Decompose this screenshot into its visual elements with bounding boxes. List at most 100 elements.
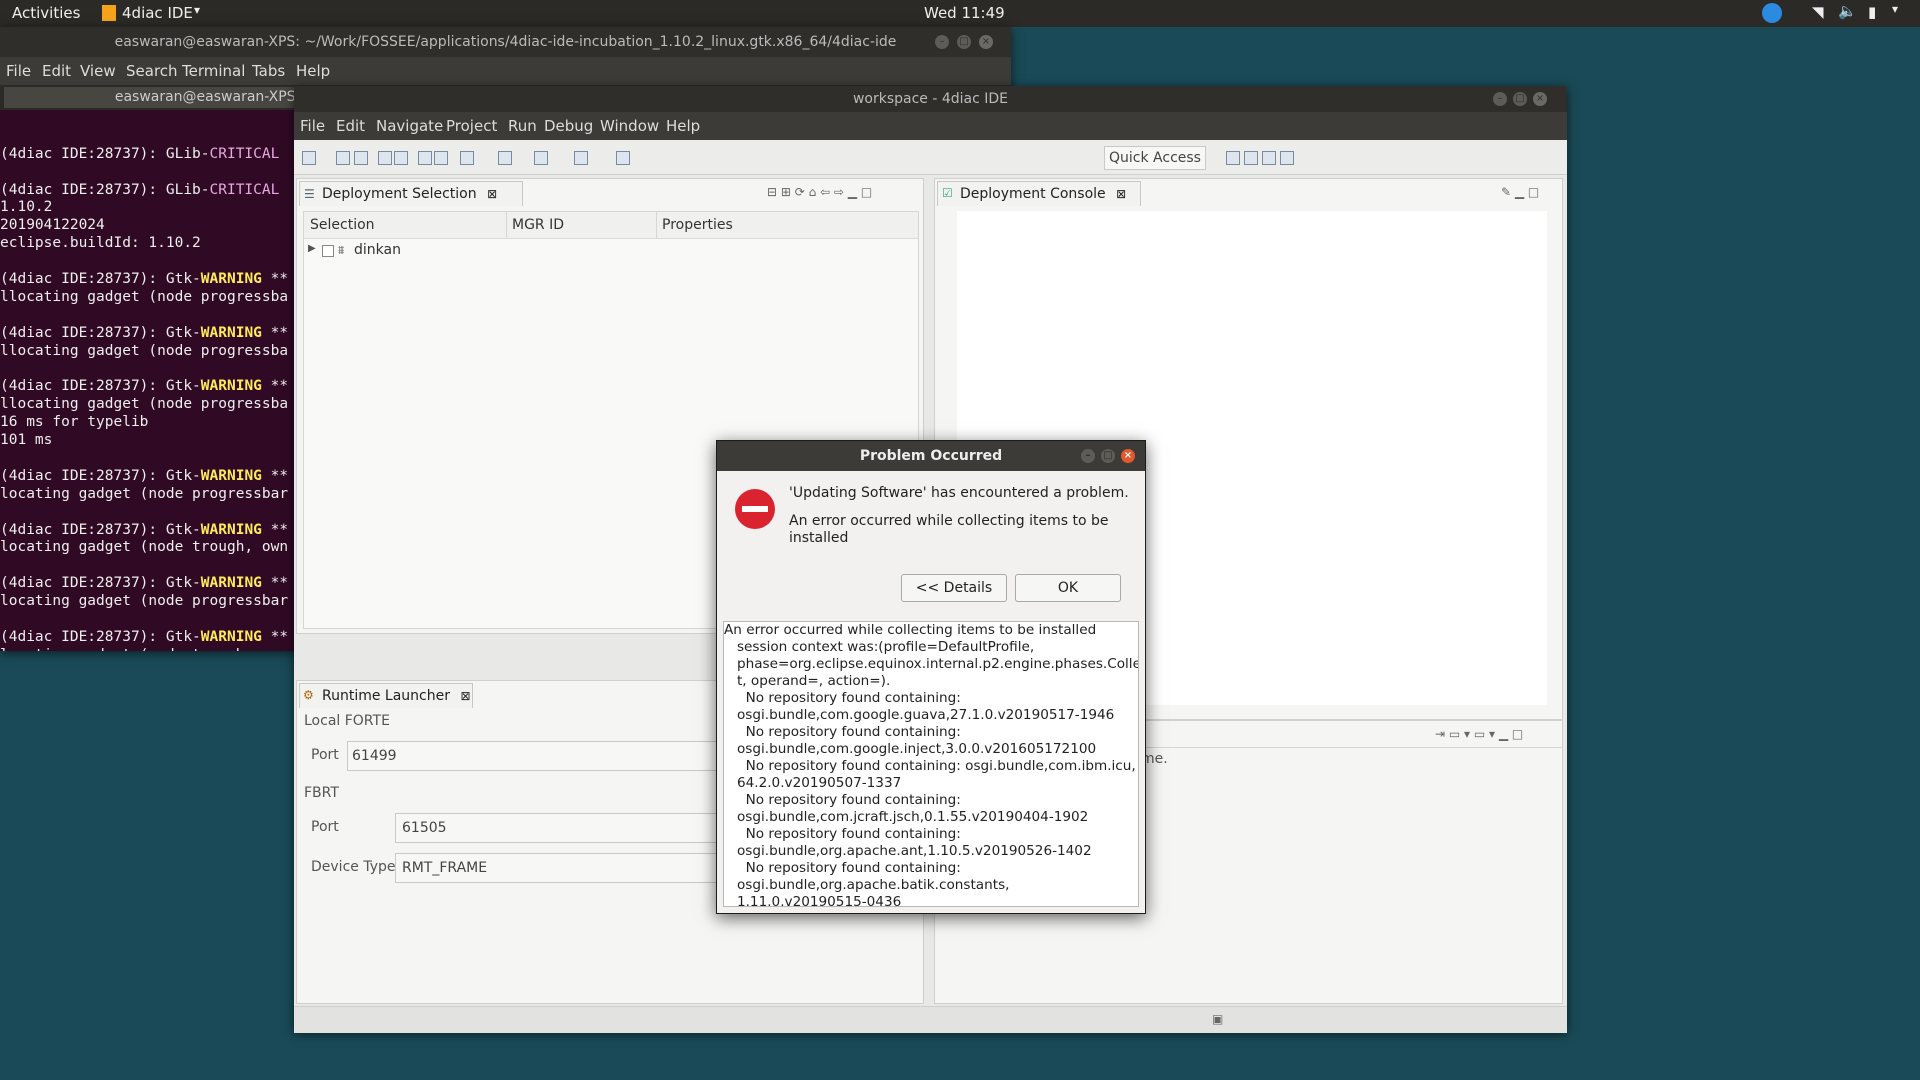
terminal-line-text: 1.10.2	[0, 199, 53, 216]
terminal-line-level: CRITICAL	[209, 181, 280, 198]
back-icon[interactable]	[574, 151, 588, 165]
forward-icon[interactable]	[616, 151, 630, 165]
ide-menu-help[interactable]: Help	[666, 117, 700, 135]
console-toolbar-icons[interactable]: ✎ ▁ □	[1501, 185, 1539, 199]
details-line: osgi.bundle,org.apache.batik.constants,	[724, 877, 1010, 893]
volume-icon[interactable]: 🔈	[1838, 2, 1857, 20]
battery-icon[interactable]: ▮	[1868, 3, 1876, 21]
new-icon[interactable]	[302, 151, 316, 165]
terminal-line-level: WARNING	[200, 521, 262, 538]
deploy-icon[interactable]	[434, 151, 448, 165]
dialog-titlebar: Problem Occurred – □ ×	[717, 441, 1145, 471]
lower-view-toolbar-icons[interactable]: ⇥ ▭ ▾ ▭ ▾ ▁ □	[1435, 727, 1523, 741]
expand-arrow-icon[interactable]: ▶	[308, 243, 316, 254]
details-line: No repository found containing:	[724, 860, 961, 876]
terminal-menubar: File Edit View Search Terminal Tabs Help	[0, 57, 1011, 85]
terminal-line-text: 101 ms	[0, 432, 53, 449]
terminal-menu-edit[interactable]: Edit	[42, 62, 71, 80]
ide-menu-project[interactable]: Project	[446, 117, 497, 135]
ide-minimize-icon[interactable]: –	[1493, 92, 1507, 106]
app-menu-button[interactable]: 4diac IDE	[122, 4, 193, 22]
terminal-line-suffix: **	[261, 324, 289, 341]
perspective-icon-2[interactable]	[1244, 151, 1258, 165]
perspective-icon-3[interactable]	[1262, 151, 1276, 165]
update-notifier-icon[interactable]	[1762, 3, 1782, 23]
next-annotation-icon[interactable]	[498, 151, 512, 165]
tab-close-icon[interactable]: ⊠	[1116, 187, 1126, 201]
save-icon[interactable]	[336, 151, 350, 165]
save-all-icon[interactable]	[354, 151, 368, 165]
column-selection[interactable]: Selection	[310, 217, 375, 233]
terminal-line: llocating gadget (node progressba	[0, 343, 295, 361]
terminal-line-text: (4diac IDE:28737): Gtk-	[0, 628, 201, 645]
terminal-line: (4diac IDE:28737): Gtk-WARNING **	[0, 629, 295, 647]
perspective-icon-4[interactable]	[1280, 151, 1294, 165]
perspective-icon-1[interactable]	[1226, 151, 1240, 165]
terminal-line: locating gadget (node progressbar	[0, 593, 295, 611]
terminal-menu-view[interactable]: View	[80, 62, 116, 80]
maximize-icon[interactable]: □	[957, 35, 971, 49]
terminal-line-suffix: **	[261, 467, 289, 484]
runtime-launcher-tab-label: Runtime Launcher	[322, 688, 450, 704]
ide-menu-debug[interactable]: Debug	[544, 117, 593, 135]
details-text-area[interactable]: An error occurred while collecting items…	[723, 621, 1139, 907]
dialog-close-icon[interactable]: ×	[1121, 449, 1135, 463]
ide-menu-file[interactable]: File	[300, 117, 325, 135]
terminal-line-level: WARNING	[200, 628, 262, 645]
tab-close-icon[interactable]: ⊠	[460, 689, 470, 703]
details-line: osgi.bundle,com.google.guava,27.1.0.v201…	[724, 707, 1115, 723]
column-mgr-id[interactable]: MGR ID	[512, 217, 564, 233]
chevron-down-icon[interactable]: ▾	[194, 3, 200, 17]
search-icon[interactable]	[460, 151, 474, 165]
deployment-console-tab-label: Deployment Console	[960, 186, 1106, 202]
print-icon[interactable]	[378, 151, 392, 165]
system-menu-chevron-icon[interactable]: ▾	[1892, 2, 1898, 16]
dialog-maximize-icon[interactable]: □	[1101, 449, 1115, 463]
tab-close-icon[interactable]: ⊠	[487, 187, 497, 201]
status-bar-icon[interactable]: ▣	[1212, 1012, 1223, 1026]
terminal-line-suffix: **	[261, 575, 289, 592]
activities-button[interactable]: Activities	[12, 4, 80, 22]
dialog-minimize-icon[interactable]: –	[1081, 449, 1095, 463]
local-forte-port-field[interactable]: 61499	[347, 741, 773, 771]
terminal-menu-tabs[interactable]: Tabs	[252, 62, 285, 80]
quick-access-input[interactable]: Quick Access	[1104, 146, 1206, 170]
minimize-icon[interactable]: –	[935, 35, 949, 49]
ide-title: workspace - 4diac IDE	[852, 91, 1009, 107]
view-toolbar-icons[interactable]: ⊟ ⊞ ⟳ ⌂ ⇦ ⇨ ▁ □	[767, 185, 872, 199]
tab-deployment-console[interactable]: Deployment Console ⊠	[937, 181, 1141, 206]
terminal-output[interactable]: (4diac IDE:28737): GLib-CRITICAL (4diac I…	[0, 110, 295, 651]
close-icon[interactable]: ×	[979, 35, 993, 49]
prev-annotation-icon[interactable]	[534, 151, 548, 165]
terminal-line-text: 16 ms for typelib	[0, 414, 149, 431]
terminal-menu-file[interactable]: File	[6, 62, 31, 80]
ide-menu-window[interactable]: Window	[600, 117, 659, 135]
ide-menu-navigate[interactable]: Navigate	[376, 117, 443, 135]
column-properties[interactable]: Properties	[662, 217, 733, 233]
terminal-menu-search[interactable]: Search	[126, 62, 178, 80]
ok-button[interactable]: OK	[1015, 574, 1121, 602]
terminal-line: 1.10.2	[0, 199, 295, 217]
ide-close-icon[interactable]: ×	[1533, 92, 1547, 106]
layout-icon[interactable]	[394, 151, 408, 165]
terminal-line-text: 201904122024	[0, 217, 105, 234]
terminal-menu-help[interactable]: Help	[296, 62, 330, 80]
terminal-menu-terminal[interactable]: Terminal	[182, 62, 245, 80]
terminal-line: (4diac IDE:28737): GLib-CRITICAL	[0, 146, 295, 164]
details-button[interactable]: << Details	[901, 574, 1007, 602]
checkbox[interactable]	[322, 245, 334, 257]
ide-menu-run[interactable]: Run	[508, 117, 537, 135]
ide-menu-edit[interactable]: Edit	[336, 117, 365, 135]
terminal-line-level: CRITICAL	[209, 145, 280, 162]
clock[interactable]: Wed 11:49	[924, 4, 1005, 22]
terminal-line: llocating gadget (node progressba	[0, 396, 295, 414]
tab-deployment-selection[interactable]: Deployment Selection ⊠	[299, 181, 523, 206]
download-icon[interactable]	[418, 151, 432, 165]
ide-maximize-icon[interactable]: □	[1513, 92, 1527, 106]
wifi-icon[interactable]: ◥	[1812, 3, 1824, 21]
tab-runtime-launcher[interactable]: Runtime Launcher ⊠	[299, 683, 473, 708]
